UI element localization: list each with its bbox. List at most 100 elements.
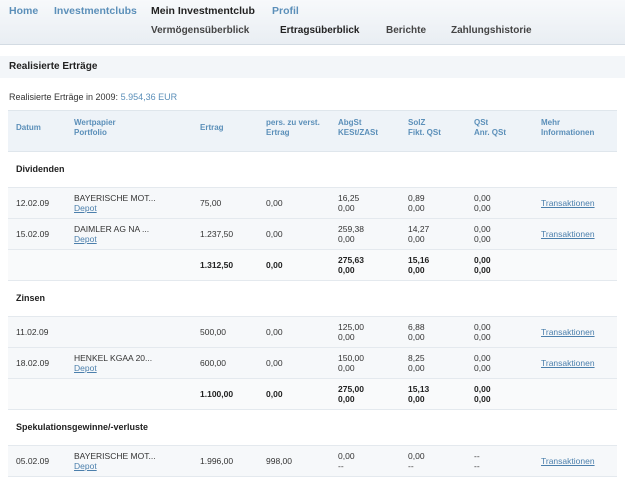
cell-abgst: 125,00 bbox=[338, 322, 364, 332]
cell-ertrag: 1.237,50 bbox=[200, 229, 234, 239]
transaktionen-link[interactable]: Transaktionen bbox=[541, 327, 595, 337]
sum-pers: 0,00 bbox=[266, 389, 283, 399]
table-header: Datum Wertpapier Portfolio Ertrag pers. z… bbox=[8, 110, 617, 152]
nav-investmentclubs[interactable]: Investmentclubs bbox=[54, 5, 137, 17]
nav-home[interactable]: Home bbox=[9, 5, 38, 17]
table-row: 12.02.09 BAYERISCHE MOT... Depot 75,00 0… bbox=[8, 188, 617, 219]
cell-pers: 0,00 bbox=[266, 327, 283, 337]
tab-vermoegensueberblick[interactable]: Vermögensüberblick bbox=[151, 25, 249, 36]
cell-fikt-qst: 0,00 bbox=[408, 332, 425, 342]
cell-datum: 12.02.09 bbox=[16, 198, 50, 208]
col-abgst: AbgSt KESt/ZASt bbox=[338, 118, 378, 137]
sum-pers: 0,00 bbox=[266, 260, 283, 270]
cell-qst: 0,00 bbox=[474, 193, 491, 203]
cell-fikt-qst: -- bbox=[408, 461, 414, 471]
cell-pers: 998,00 bbox=[266, 456, 292, 466]
cell-anr-qst: 0,00 bbox=[474, 203, 491, 213]
transaktionen-link[interactable]: Transaktionen bbox=[541, 229, 595, 239]
section-dividenden: Dividenden bbox=[8, 152, 617, 188]
section-title: Dividenden bbox=[16, 164, 65, 174]
section-spekulationsgewinne: Spekulationsgewinne/-verluste bbox=[8, 410, 617, 446]
section-title: Zinsen bbox=[16, 293, 46, 303]
cell-kest: 0,00 bbox=[338, 363, 355, 373]
summary-value: 5.954,36 EUR bbox=[120, 92, 178, 102]
portfolio-link[interactable]: Depot bbox=[74, 203, 97, 213]
cell-abgst: 259,38 bbox=[338, 224, 364, 234]
cell-solz: 0,89 bbox=[408, 193, 425, 203]
summary-label: Realisierte Erträge in 2009: bbox=[9, 92, 119, 102]
sum-row: 1.312,50 0,00 275,63 0,00 15,16 0,00 0,0… bbox=[8, 250, 617, 281]
col-ertrag: Ertrag bbox=[200, 123, 224, 132]
sum-solz: 15,13 bbox=[408, 384, 430, 394]
tab-zahlungshistorie[interactable]: Zahlungshistorie bbox=[451, 25, 532, 36]
transaktionen-link[interactable]: Transaktionen bbox=[541, 456, 595, 466]
cell-ertrag: 1.996,00 bbox=[200, 456, 234, 466]
portfolio-link[interactable]: Depot bbox=[74, 234, 97, 244]
summary-line: Realisierte Erträge in 2009: 5.954,36 EU… bbox=[9, 92, 177, 102]
sum-ertrag: 1.312,50 bbox=[200, 260, 234, 270]
sum-qst: 0,00 bbox=[474, 255, 491, 265]
cell-ertrag: 500,00 bbox=[200, 327, 226, 337]
cell-wertpapier: DAIMLER AG NA ... bbox=[74, 224, 150, 234]
earnings-table: Datum Wertpapier Portfolio Ertrag pers. z… bbox=[8, 110, 617, 477]
cell-datum: 05.02.09 bbox=[16, 456, 50, 466]
table-row: 18.02.09 HENKEL KGAA 20... Depot 600,00 … bbox=[8, 348, 617, 379]
col-wertpapier: Wertpapier Portfolio bbox=[74, 118, 116, 137]
sum-kest: 0,00 bbox=[338, 394, 355, 404]
cell-qst: -- bbox=[474, 451, 480, 461]
portfolio-link[interactable]: Depot bbox=[74, 363, 97, 373]
cell-fikt-qst: 0,00 bbox=[408, 363, 425, 373]
cell-wertpapier: HENKEL KGAA 20... bbox=[74, 353, 153, 363]
cell-qst: 0,00 bbox=[474, 322, 491, 332]
sum-kest: 0,00 bbox=[338, 265, 355, 275]
cell-solz: 14,27 bbox=[408, 224, 430, 234]
cell-anr-qst: -- bbox=[474, 461, 480, 471]
portfolio-link[interactable]: Depot bbox=[74, 461, 97, 471]
cell-kest: 0,00 bbox=[338, 203, 355, 213]
cell-solz: 8,25 bbox=[408, 353, 425, 363]
col-datum: Datum bbox=[16, 123, 41, 132]
sum-row: 1.100,00 0,00 275,00 0,00 15,13 0,00 0,0… bbox=[8, 379, 617, 410]
sum-abgst: 275,00 bbox=[338, 384, 364, 394]
transaktionen-link[interactable]: Transaktionen bbox=[541, 358, 595, 368]
table-row: 05.02.09 BAYERISCHE MOT... Depot 1.996,0… bbox=[8, 446, 617, 477]
cell-anr-qst: 0,00 bbox=[474, 234, 491, 244]
cell-fikt-qst: 0,00 bbox=[408, 234, 425, 244]
transaktionen-link[interactable]: Transaktionen bbox=[541, 198, 595, 208]
cell-abgst: 150,00 bbox=[338, 353, 364, 363]
top-navigation: Home Investmentclubs Mein Investmentclub… bbox=[0, 0, 625, 45]
cell-ertrag: 75,00 bbox=[200, 198, 222, 208]
sum-abgst: 275,63 bbox=[338, 255, 364, 265]
col-pers-ertrag: pers. zu verst. Ertrag bbox=[266, 118, 320, 137]
cell-pers: 0,00 bbox=[266, 358, 283, 368]
sum-solz: 15,16 bbox=[408, 255, 430, 265]
nav-profil[interactable]: Profil bbox=[272, 5, 299, 17]
cell-qst: 0,00 bbox=[474, 353, 491, 363]
tab-ertragsueberblick[interactable]: Ertragsüberblick bbox=[280, 25, 359, 36]
cell-abgst: 16,25 bbox=[338, 193, 360, 203]
cell-pers: 0,00 bbox=[266, 229, 283, 239]
page-title: Realisierte Erträge bbox=[9, 61, 98, 72]
section-title: Spekulationsgewinne/-verluste bbox=[16, 422, 149, 432]
cell-anr-qst: 0,00 bbox=[474, 363, 491, 373]
cell-wertpapier: BAYERISCHE MOT... bbox=[74, 451, 156, 461]
col-mehr: Mehr Informationen bbox=[541, 118, 595, 137]
cell-solz: 6,88 bbox=[408, 322, 425, 332]
cell-wertpapier: BAYERISCHE MOT... bbox=[74, 193, 156, 203]
col-solz: SolZ Fikt. QSt bbox=[408, 118, 441, 137]
nav-mein-investmentclub[interactable]: Mein Investmentclub bbox=[151, 5, 255, 17]
cell-datum: 15.02.09 bbox=[16, 229, 50, 239]
cell-kest: 0,00 bbox=[338, 332, 355, 342]
cell-anr-qst: 0,00 bbox=[474, 332, 491, 342]
sum-anr-qst: 0,00 bbox=[474, 394, 491, 404]
table-row: 11.02.09 500,00 0,00 125,00 0,00 6,88 0,… bbox=[8, 317, 617, 348]
cell-abgst: 0,00 bbox=[338, 451, 355, 461]
cell-ertrag: 600,00 bbox=[200, 358, 226, 368]
cell-solz: 0,00 bbox=[408, 451, 425, 461]
table-row: 15.02.09 DAIMLER AG NA ... Depot 1.237,5… bbox=[8, 219, 617, 250]
cell-kest: 0,00 bbox=[338, 234, 355, 244]
tab-berichte[interactable]: Berichte bbox=[386, 25, 426, 36]
sum-fikt-qst: 0,00 bbox=[408, 265, 425, 275]
sum-anr-qst: 0,00 bbox=[474, 265, 491, 275]
sum-qst: 0,00 bbox=[474, 384, 491, 394]
